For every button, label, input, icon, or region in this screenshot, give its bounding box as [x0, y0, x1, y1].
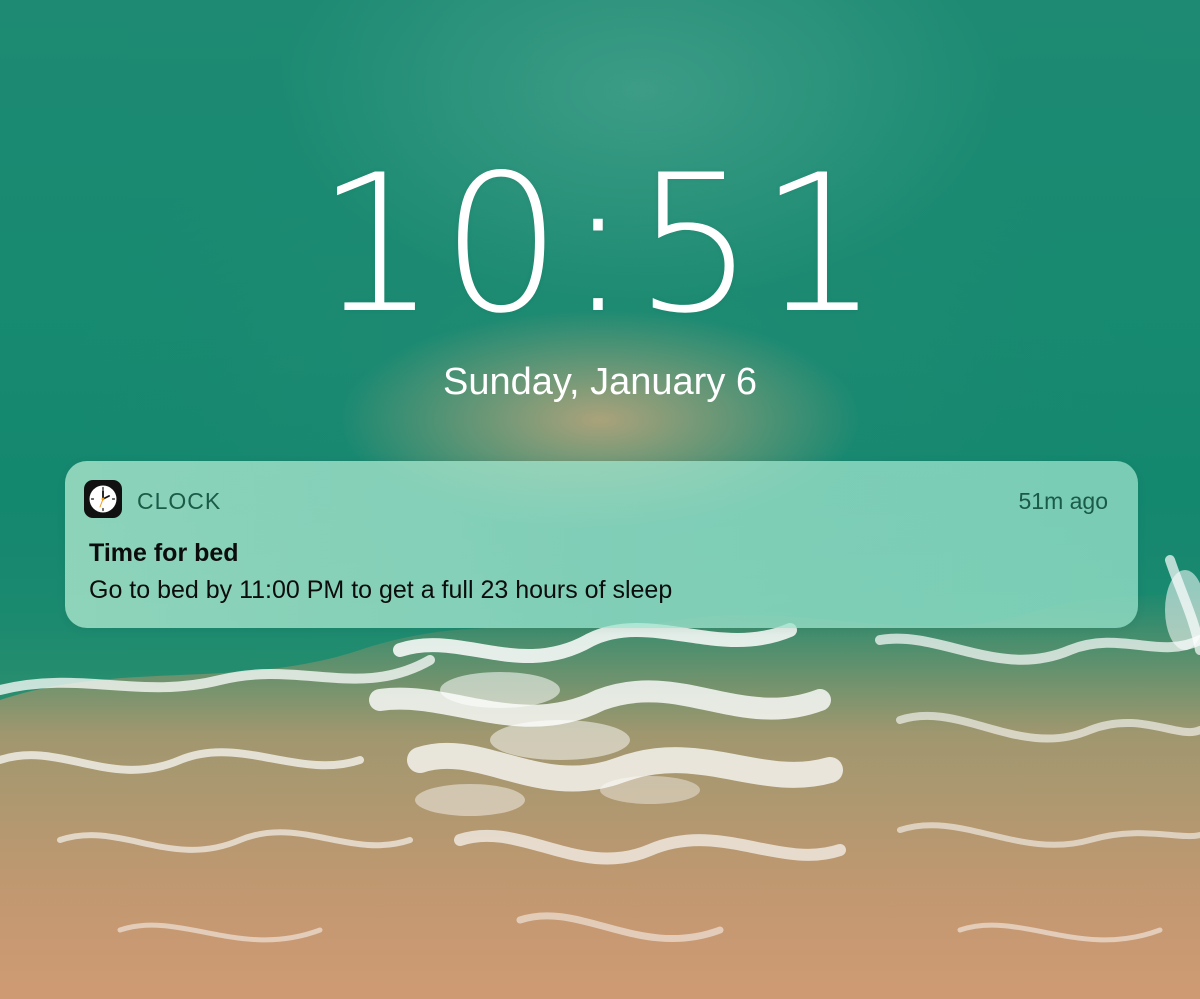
lock-screen-date: Sunday, January 6 [442, 361, 758, 403]
notification-header: CLOCK 51m ago [84, 480, 1108, 520]
clock-icon [84, 480, 122, 518]
clock-notification[interactable]: CLOCK 51m ago Time for bed Go to bed by … [65, 461, 1138, 628]
lock-screen-time: 10:51 [316, 134, 884, 355]
notification-timestamp: 51m ago [1018, 488, 1108, 514]
notification-title: Time for bed [89, 539, 239, 567]
notification-app-name: CLOCK [137, 488, 222, 514]
notification-body: Go to bed by 11:00 PM to get a full 23 h… [89, 576, 673, 604]
